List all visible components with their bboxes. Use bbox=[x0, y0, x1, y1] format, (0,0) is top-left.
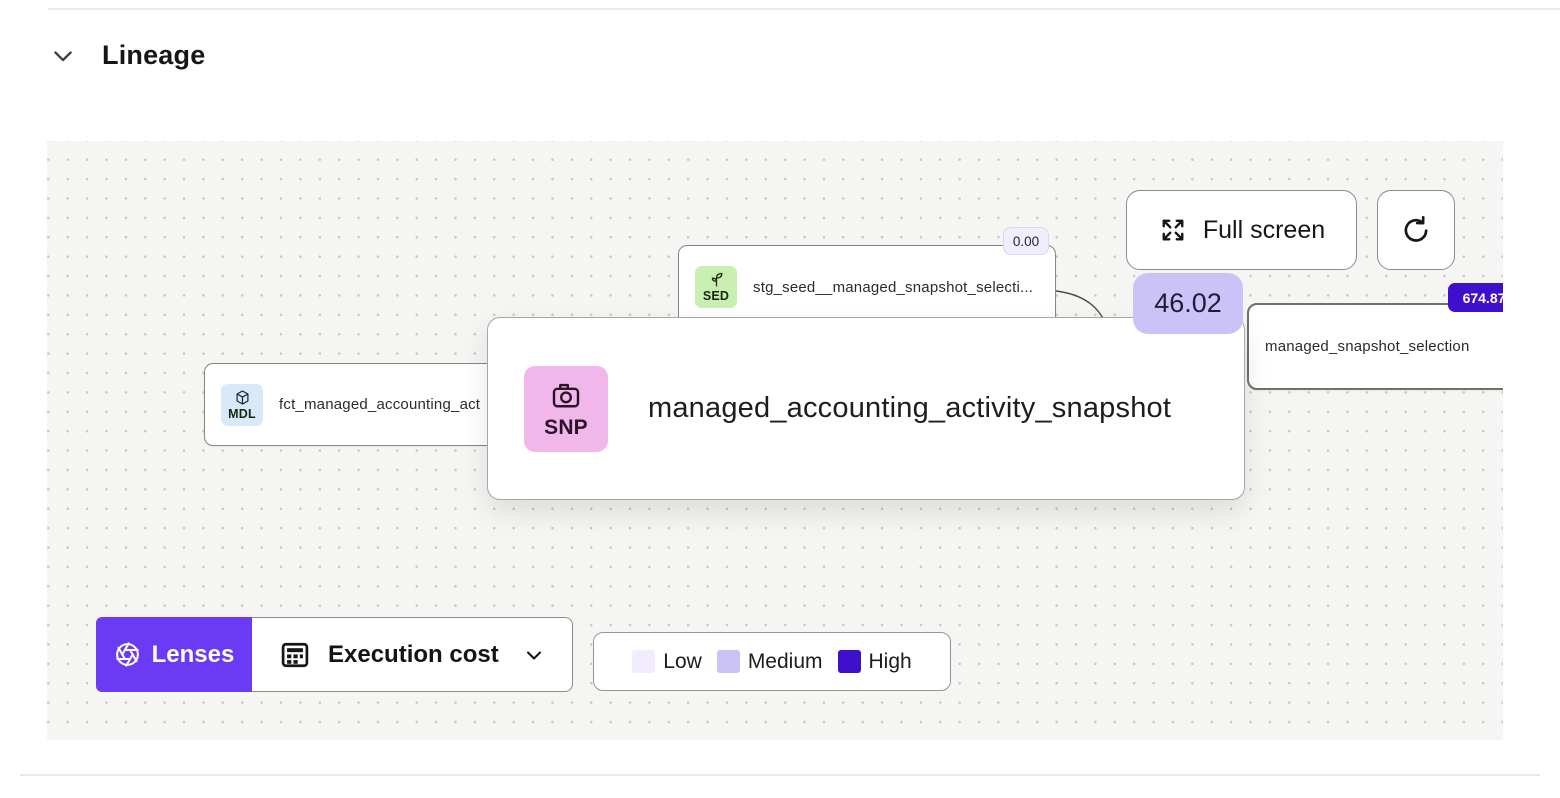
section-header: Lineage bbox=[48, 40, 205, 71]
node-label: fct_managed_accounting_act bbox=[279, 396, 481, 413]
node-managed-snapshot-selection[interactable]: managed_snapshot_selection bbox=[1247, 303, 1503, 390]
legend-label: High bbox=[868, 649, 912, 673]
hover-card-title: managed_accounting_activity_snapshot bbox=[648, 392, 1172, 424]
legend-item-medium: Medium bbox=[716, 649, 823, 674]
snapshot-type-label: SNP bbox=[544, 416, 588, 439]
high-swatch bbox=[837, 650, 861, 673]
chevron-down-icon bbox=[49, 42, 77, 70]
expand-icon bbox=[1158, 215, 1188, 245]
refresh-button[interactable] bbox=[1377, 190, 1455, 270]
cost-badge-low: 0.00 bbox=[1003, 227, 1049, 255]
collapse-section-button[interactable] bbox=[48, 41, 78, 71]
top-divider bbox=[48, 8, 1560, 10]
model-type-badge: MDL bbox=[221, 383, 263, 426]
selected-lens-label: Execution cost bbox=[328, 640, 499, 668]
seed-type-badge: SED bbox=[695, 266, 737, 308]
lenses-button[interactable]: Lenses bbox=[96, 617, 252, 692]
seedling-icon bbox=[708, 271, 725, 288]
node-label: managed_snapshot_selection bbox=[1265, 338, 1470, 355]
legend-item-high: High bbox=[837, 649, 912, 674]
refresh-icon bbox=[1400, 214, 1432, 246]
lineage-canvas[interactable]: SED stg_seed__managed_snapshot_selecti..… bbox=[47, 141, 1503, 740]
fullscreen-button[interactable]: Full screen bbox=[1126, 190, 1357, 270]
medium-swatch bbox=[716, 650, 740, 673]
cost-badge-high: 674.87 bbox=[1448, 283, 1503, 312]
cube-icon bbox=[234, 389, 251, 406]
lens-selector[interactable]: Execution cost bbox=[252, 617, 573, 692]
legend-label: Medium bbox=[747, 649, 823, 673]
legend-label: Low bbox=[663, 649, 702, 673]
camera-icon bbox=[548, 377, 584, 413]
lenses-bar: Lenses Execution cost bbox=[96, 617, 573, 692]
cost-legend: Low Medium High bbox=[593, 632, 951, 691]
lineage-page: Lineage SED stg_seed__managed_snapshot_s… bbox=[0, 0, 1560, 798]
aperture-icon bbox=[114, 641, 141, 668]
node-snapshot-hover-card[interactable]: SNP managed_accounting_activity_snapshot bbox=[487, 317, 1245, 500]
legend-item-low: Low bbox=[632, 650, 702, 674]
snapshot-type-badge: SNP bbox=[524, 365, 608, 452]
lenses-label: Lenses bbox=[151, 640, 235, 668]
table-icon bbox=[278, 638, 312, 672]
node-label: stg_seed__managed_snapshot_selecti... bbox=[753, 278, 1034, 296]
chevron-down-icon bbox=[522, 643, 546, 667]
page-title: Lineage bbox=[102, 40, 206, 70]
cost-badge-medium: 46.02 bbox=[1133, 273, 1243, 334]
seed-type-label: SED bbox=[702, 289, 730, 303]
bottom-divider bbox=[20, 774, 1540, 776]
low-swatch bbox=[632, 650, 656, 673]
fullscreen-label: Full screen bbox=[1202, 215, 1326, 244]
model-type-label: MDL bbox=[228, 406, 256, 421]
